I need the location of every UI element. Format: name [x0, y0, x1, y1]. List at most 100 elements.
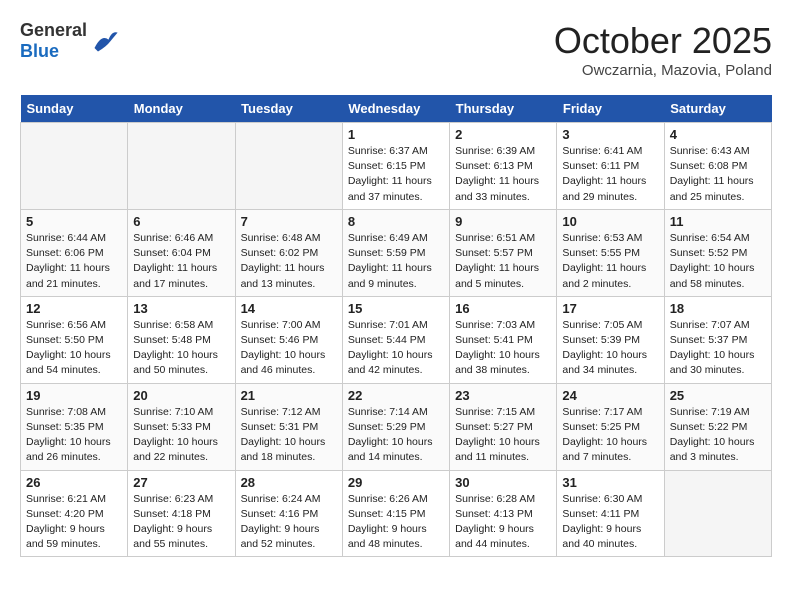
month-title: October 2025: [554, 20, 772, 62]
day-number: 30: [455, 475, 551, 490]
column-header-saturday: Saturday: [664, 95, 771, 123]
calendar-cell: 13 Sunrise: 6:58 AM Sunset: 5:48 PM Dayli…: [128, 296, 235, 383]
calendar-cell: 6 Sunrise: 6:46 AM Sunset: 6:04 PM Daylig…: [128, 209, 235, 296]
day-info: Sunrise: 6:23 AM Sunset: 4:18 PM Dayligh…: [133, 492, 229, 553]
calendar-cell: 12 Sunrise: 6:56 AM Sunset: 5:50 PM Dayli…: [21, 296, 128, 383]
calendar-cell: 21Sunrise: 7:12 AM Sunset: 5:31 PM Dayli…: [235, 383, 342, 470]
calendar-cell: 3Sunrise: 6:41 AM Sunset: 6:11 PM Daylig…: [557, 123, 664, 210]
day-number: 12: [26, 301, 122, 316]
day-number: 20: [133, 388, 229, 403]
calendar-cell: 17 Sunrise: 7:05 AM Sunset: 5:39 PM Dayli…: [557, 296, 664, 383]
calendar-table: SundayMondayTuesdayWednesdayThursdayFrid…: [20, 95, 772, 557]
day-info: Sunrise: 6:56 AM Sunset: 5:50 PM Dayligh…: [26, 318, 122, 379]
day-number: 19: [26, 388, 122, 403]
logo-blue: Blue: [20, 41, 87, 62]
day-info: Sunrise: 7:00 AM Sunset: 5:46 PM Dayligh…: [241, 318, 337, 379]
day-info: Sunrise: 6:46 AM Sunset: 6:04 PM Dayligh…: [133, 231, 229, 292]
day-info: Sunrise: 6:26 AM Sunset: 4:15 PM Dayligh…: [348, 492, 444, 553]
day-number: 8: [348, 214, 444, 229]
calendar-cell: 28 Sunrise: 6:24 AM Sunset: 4:16 PM Dayli…: [235, 470, 342, 557]
day-number: 4: [670, 127, 766, 142]
day-number: 17: [562, 301, 658, 316]
day-info: Sunrise: 7:10 AM Sunset: 5:33 PM Dayligh…: [133, 405, 229, 466]
day-info: Sunrise: 7:03 AM Sunset: 5:41 PM Dayligh…: [455, 318, 551, 379]
calendar-cell: 30 Sunrise: 6:28 AM Sunset: 4:13 PM Dayli…: [450, 470, 557, 557]
column-header-monday: Monday: [128, 95, 235, 123]
calendar-cell: 31Sunrise: 6:30 AM Sunset: 4:11 PM Dayli…: [557, 470, 664, 557]
day-info: Sunrise: 7:17 AM Sunset: 5:25 PM Dayligh…: [562, 405, 658, 466]
column-header-wednesday: Wednesday: [342, 95, 449, 123]
day-number: 1: [348, 127, 444, 142]
column-header-thursday: Thursday: [450, 95, 557, 123]
calendar-cell: 22 Sunrise: 7:14 AM Sunset: 5:29 PM Dayli…: [342, 383, 449, 470]
day-info: Sunrise: 6:21 AM Sunset: 4:20 PM Dayligh…: [26, 492, 122, 553]
calendar-cell: 4 Sunrise: 6:43 AM Sunset: 6:08 PM Daylig…: [664, 123, 771, 210]
calendar-week-1: 1 Sunrise: 6:37 AM Sunset: 6:15 PM Daylig…: [21, 123, 772, 210]
calendar-week-4: 19 Sunrise: 7:08 AM Sunset: 5:35 PM Dayli…: [21, 383, 772, 470]
calendar-cell: 20 Sunrise: 7:10 AM Sunset: 5:33 PM Dayli…: [128, 383, 235, 470]
calendar-week-3: 12 Sunrise: 6:56 AM Sunset: 5:50 PM Dayli…: [21, 296, 772, 383]
title-block: October 2025 Owczarnia, Mazovia, Poland: [554, 20, 772, 79]
day-info: Sunrise: 7:14 AM Sunset: 5:29 PM Dayligh…: [348, 405, 444, 466]
column-header-sunday: Sunday: [21, 95, 128, 123]
calendar-cell: [128, 123, 235, 210]
calendar-cell: 14Sunrise: 7:00 AM Sunset: 5:46 PM Dayli…: [235, 296, 342, 383]
calendar-cell: 29 Sunrise: 6:26 AM Sunset: 4:15 PM Dayli…: [342, 470, 449, 557]
day-info: Sunrise: 7:01 AM Sunset: 5:44 PM Dayligh…: [348, 318, 444, 379]
day-number: 25: [670, 388, 766, 403]
day-number: 6: [133, 214, 229, 229]
day-info: Sunrise: 7:08 AM Sunset: 5:35 PM Dayligh…: [26, 405, 122, 466]
day-number: 28: [241, 475, 337, 490]
day-info: Sunrise: 7:12 AM Sunset: 5:31 PM Dayligh…: [241, 405, 337, 466]
day-info: Sunrise: 6:53 AM Sunset: 5:55 PM Dayligh…: [562, 231, 658, 292]
calendar-cell: 15 Sunrise: 7:01 AM Sunset: 5:44 PM Dayli…: [342, 296, 449, 383]
day-number: 29: [348, 475, 444, 490]
day-number: 15: [348, 301, 444, 316]
day-info: Sunrise: 6:30 AM Sunset: 4:11 PM Dayligh…: [562, 492, 658, 553]
calendar-week-5: 26 Sunrise: 6:21 AM Sunset: 4:20 PM Dayli…: [21, 470, 772, 557]
day-info: Sunrise: 6:58 AM Sunset: 5:48 PM Dayligh…: [133, 318, 229, 379]
day-number: 2: [455, 127, 551, 142]
day-number: 13: [133, 301, 229, 316]
day-info: Sunrise: 7:15 AM Sunset: 5:27 PM Dayligh…: [455, 405, 551, 466]
logo-bird-icon: [91, 27, 119, 55]
day-info: Sunrise: 6:39 AM Sunset: 6:13 PM Dayligh…: [455, 144, 551, 205]
logo-general: General: [20, 20, 87, 41]
day-number: 9: [455, 214, 551, 229]
day-info: Sunrise: 7:07 AM Sunset: 5:37 PM Dayligh…: [670, 318, 766, 379]
subtitle: Owczarnia, Mazovia, Poland: [554, 62, 772, 79]
calendar-cell: 10Sunrise: 6:53 AM Sunset: 5:55 PM Dayli…: [557, 209, 664, 296]
day-info: Sunrise: 7:05 AM Sunset: 5:39 PM Dayligh…: [562, 318, 658, 379]
calendar-cell: [21, 123, 128, 210]
day-number: 18: [670, 301, 766, 316]
day-info: Sunrise: 6:28 AM Sunset: 4:13 PM Dayligh…: [455, 492, 551, 553]
calendar-cell: 8 Sunrise: 6:49 AM Sunset: 5:59 PM Daylig…: [342, 209, 449, 296]
day-info: Sunrise: 6:24 AM Sunset: 4:16 PM Dayligh…: [241, 492, 337, 553]
calendar-header-row: SundayMondayTuesdayWednesdayThursdayFrid…: [21, 95, 772, 123]
calendar-cell: 25 Sunrise: 7:19 AM Sunset: 5:22 PM Dayli…: [664, 383, 771, 470]
logo-text: General Blue: [20, 20, 87, 62]
day-number: 11: [670, 214, 766, 229]
calendar-cell: 16 Sunrise: 7:03 AM Sunset: 5:41 PM Dayli…: [450, 296, 557, 383]
calendar-cell: 9Sunrise: 6:51 AM Sunset: 5:57 PM Daylig…: [450, 209, 557, 296]
day-info: Sunrise: 6:37 AM Sunset: 6:15 PM Dayligh…: [348, 144, 444, 205]
day-number: 7: [241, 214, 337, 229]
calendar-cell: 7Sunrise: 6:48 AM Sunset: 6:02 PM Daylig…: [235, 209, 342, 296]
day-number: 3: [562, 127, 658, 142]
calendar-cell: 2 Sunrise: 6:39 AM Sunset: 6:13 PM Daylig…: [450, 123, 557, 210]
calendar-cell: 11Sunrise: 6:54 AM Sunset: 5:52 PM Dayli…: [664, 209, 771, 296]
column-header-friday: Friday: [557, 95, 664, 123]
page-header: General Blue October 2025 Owczarnia, Maz…: [20, 20, 772, 79]
day-number: 26: [26, 475, 122, 490]
day-info: Sunrise: 6:49 AM Sunset: 5:59 PM Dayligh…: [348, 231, 444, 292]
day-info: Sunrise: 7:19 AM Sunset: 5:22 PM Dayligh…: [670, 405, 766, 466]
column-header-tuesday: Tuesday: [235, 95, 342, 123]
day-number: 16: [455, 301, 551, 316]
calendar-cell: 19 Sunrise: 7:08 AM Sunset: 5:35 PM Dayli…: [21, 383, 128, 470]
day-number: 22: [348, 388, 444, 403]
day-info: Sunrise: 6:43 AM Sunset: 6:08 PM Dayligh…: [670, 144, 766, 205]
calendar-cell: 26 Sunrise: 6:21 AM Sunset: 4:20 PM Dayli…: [21, 470, 128, 557]
calendar-cell: 1 Sunrise: 6:37 AM Sunset: 6:15 PM Daylig…: [342, 123, 449, 210]
calendar-cell: [664, 470, 771, 557]
calendar-cell: 23Sunrise: 7:15 AM Sunset: 5:27 PM Dayli…: [450, 383, 557, 470]
